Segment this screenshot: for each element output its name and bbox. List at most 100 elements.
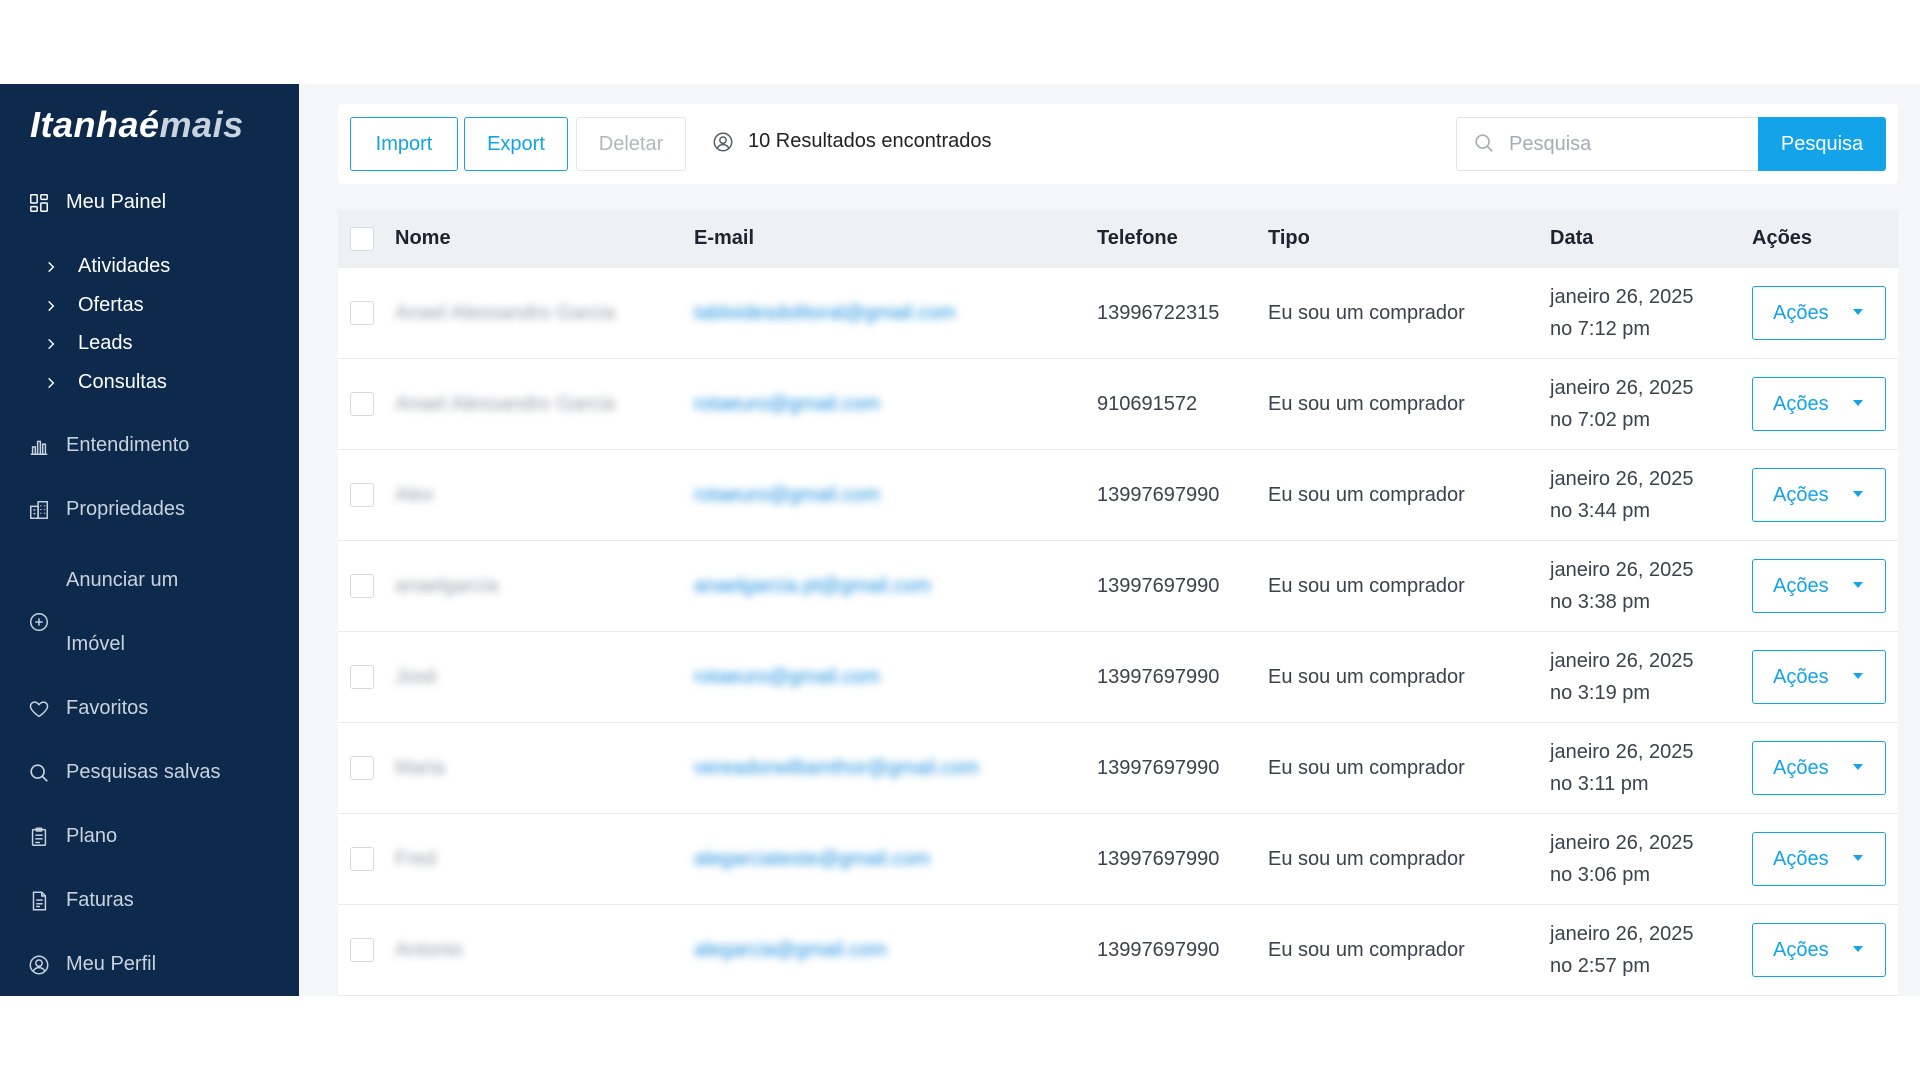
cell-email[interactable]: alegarciateste@gmail.com — [694, 848, 930, 871]
cell-email[interactable]: vereadorwilliamthor@gmail.com — [694, 757, 979, 780]
cell-date: janeiro 26, 2025 no 2:57 pm — [1550, 918, 1693, 982]
user-circle-icon — [28, 954, 50, 976]
row-checkbox[interactable] — [350, 574, 374, 598]
sidebar-item-pesquisas-salvas[interactable]: Pesquisas salvas — [28, 761, 221, 784]
cell-phone: 13997697990 — [1097, 939, 1220, 961]
sidebar-item-meu-painel[interactable]: Meu Painel — [28, 191, 166, 214]
search-input[interactable] — [1509, 132, 1739, 156]
cell-phone: 13997697990 — [1097, 757, 1220, 779]
actions-label: Ações — [1773, 938, 1829, 961]
actions-label: Ações — [1773, 574, 1829, 597]
caret-down-icon — [1853, 946, 1863, 952]
time-line: no 3:06 pm — [1550, 864, 1651, 886]
sidebar-item-favoritos[interactable]: Favoritos — [28, 697, 148, 720]
cell-email[interactable]: anaelgarcia.pt@gmail.com — [694, 575, 931, 598]
sidebar-item-label: Anunciar um — [66, 569, 179, 591]
sidebar-subitem-label: Atividades — [78, 255, 171, 277]
col-header-phone[interactable]: Telefone — [1097, 227, 1178, 250]
actions-dropdown-button[interactable]: Ações — [1752, 741, 1886, 795]
cell-email[interactable]: alegarcia@gmail.com — [694, 939, 887, 962]
actions-dropdown-button[interactable]: Ações — [1752, 377, 1886, 431]
row-checkbox[interactable] — [350, 392, 374, 416]
sidebar-subitem-ofertas[interactable]: Ofertas — [44, 294, 144, 317]
cell-name: anaelgarcia — [395, 575, 499, 597]
date-line: janeiro 26, 2025 — [1550, 377, 1694, 399]
sidebar-item-label: Propriedades — [66, 498, 185, 520]
cell-name: Fred — [395, 848, 437, 870]
sidebar-item-propriedades[interactable]: Propriedades — [28, 498, 185, 521]
col-header-email[interactable]: E-mail — [694, 227, 754, 250]
actions-dropdown-button[interactable]: Ações — [1752, 468, 1886, 522]
time-line: no 7:12 pm — [1550, 318, 1651, 340]
sidebar-subitem-leads[interactable]: Leads — [44, 332, 133, 355]
bar-chart-icon — [28, 435, 50, 457]
actions-label: Ações — [1773, 301, 1829, 324]
cell-email[interactable]: tabloidesdolitoral@gmail.com — [694, 302, 956, 325]
actions-dropdown-button[interactable]: Ações — [1752, 650, 1886, 704]
search-icon — [28, 762, 50, 784]
time-line: no 3:19 pm — [1550, 682, 1651, 704]
brand-logo[interactable]: Itanhaémais — [30, 104, 244, 146]
table-row: Anael Alessandro Garcia tabloidesdolitor… — [338, 268, 1898, 359]
time-line: no 3:11 pm — [1550, 773, 1649, 795]
date-line: janeiro 26, 2025 — [1550, 741, 1694, 763]
sidebar-item-faturas[interactable]: Faturas — [28, 889, 134, 912]
export-button[interactable]: Export — [464, 117, 568, 171]
cell-type: Eu sou um comprador — [1268, 575, 1465, 597]
actions-dropdown-button[interactable]: Ações — [1752, 832, 1886, 886]
cell-name: Antonio — [395, 939, 463, 961]
sidebar-subitem-consultas[interactable]: Consultas — [44, 371, 167, 394]
cell-phone: 13997697990 — [1097, 484, 1220, 506]
row-checkbox[interactable] — [350, 847, 374, 871]
cell-type: Eu sou um comprador — [1268, 302, 1465, 324]
cell-date: janeiro 26, 2025 no 3:06 pm — [1550, 827, 1693, 891]
sidebar-item-plano[interactable]: Plano — [28, 825, 117, 848]
caret-down-icon — [1853, 491, 1863, 497]
sidebar-item-label: Entendimento — [66, 434, 190, 456]
sidebar-subitem-atividades[interactable]: Atividades — [44, 255, 170, 278]
sidebar-item-entendimento[interactable]: Entendimento — [28, 434, 189, 457]
time-line: no 7:02 pm — [1550, 409, 1651, 431]
import-button[interactable]: Import — [350, 117, 458, 171]
actions-dropdown-button[interactable]: Ações — [1752, 286, 1886, 340]
row-checkbox[interactable] — [350, 938, 374, 962]
table-row: Fred alegarciateste@gmail.com 1399769799… — [338, 814, 1898, 905]
caret-down-icon — [1853, 855, 1863, 861]
col-header-date: Data — [1550, 227, 1594, 249]
sidebar-item-meu-perfil[interactable]: Meu Perfil — [28, 953, 156, 976]
row-checkbox[interactable] — [350, 665, 374, 689]
sidebar-item-label: Imóvel — [66, 633, 125, 655]
caret-down-icon — [1853, 764, 1863, 770]
cell-type: Eu sou um comprador — [1268, 848, 1465, 870]
cell-email[interactable]: rotaeuro@gmail.com — [694, 484, 880, 507]
delete-button[interactable]: Deletar — [576, 117, 686, 171]
row-checkbox[interactable] — [350, 301, 374, 325]
cell-email[interactable]: rotaeuro@gmail.com — [694, 393, 880, 416]
sidebar-item-anunciar-imovel[interactable]: Anunciar um Imóvel — [28, 557, 288, 687]
col-header-type[interactable]: Tipo — [1268, 227, 1310, 250]
cell-name: Anael Alessandro Garcia — [395, 302, 616, 324]
cell-type: Eu sou um comprador — [1268, 484, 1465, 506]
caret-down-icon — [1853, 400, 1863, 406]
date-line: janeiro 26, 2025 — [1550, 923, 1694, 945]
cell-phone: 13997697990 — [1097, 848, 1220, 870]
sidebar-item-label: Faturas — [66, 889, 134, 911]
brand-main: Itanhaé — [30, 104, 160, 145]
col-header-name[interactable]: Nome — [395, 227, 451, 250]
actions-dropdown-button[interactable]: Ações — [1752, 923, 1886, 977]
search-button[interactable]: Pesquisa — [1758, 117, 1886, 171]
caret-down-icon — [1853, 673, 1863, 679]
table-row: anaelgarcia anaelgarcia.pt@gmail.com 139… — [338, 541, 1898, 632]
search-box — [1456, 117, 1758, 171]
invoice-icon — [28, 890, 50, 912]
cell-date: janeiro 26, 2025 no 3:44 pm — [1550, 463, 1693, 527]
row-checkbox[interactable] — [350, 483, 374, 507]
select-all-checkbox[interactable] — [350, 227, 374, 251]
cell-email[interactable]: rotaeuro@gmail.com — [694, 666, 880, 689]
cell-phone: 13997697990 — [1097, 575, 1220, 597]
row-checkbox[interactable] — [350, 756, 374, 780]
actions-dropdown-button[interactable]: Ações — [1752, 559, 1886, 613]
table-row: Alex rotaeuro@gmail.com 13997697990 Eu s… — [338, 450, 1898, 541]
cell-name: Anael Alessandro Garcia — [395, 393, 616, 415]
brand-accent: mais — [159, 104, 244, 145]
